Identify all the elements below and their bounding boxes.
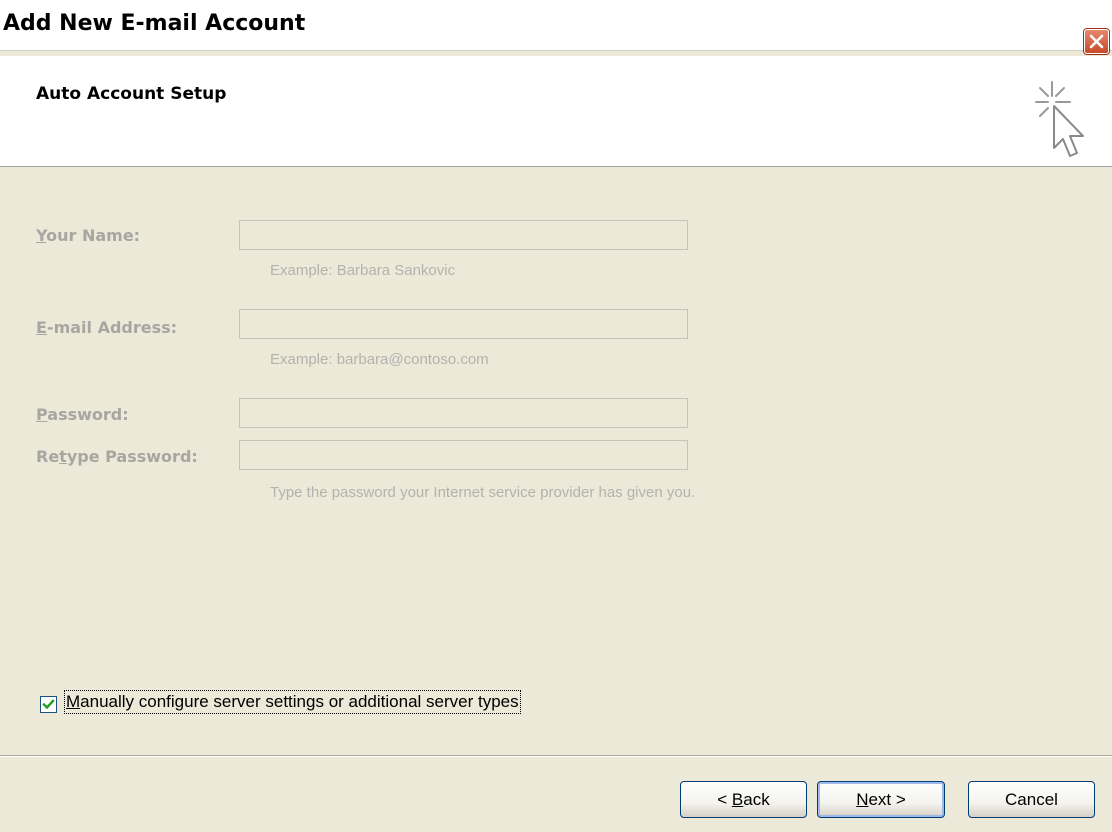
next-button[interactable]: Next >: [817, 781, 945, 818]
close-icon: [1089, 34, 1104, 49]
footer-divider: [0, 755, 1112, 757]
back-button[interactable]: < Back: [680, 781, 807, 818]
manual-config-label[interactable]: Manually configure server settings or ad…: [64, 690, 521, 714]
password-label: Password:: [36, 405, 129, 424]
password-hint: Type the password your Internet service …: [270, 484, 696, 501]
manual-config-checkbox[interactable]: [40, 696, 57, 713]
email-label: E-mail Address:: [36, 318, 178, 337]
cancel-button[interactable]: Cancel: [968, 781, 1095, 818]
email-hint: Example: barbara@contoso.com: [270, 351, 489, 368]
your-name-input[interactable]: [239, 220, 688, 250]
checkmark-icon: [42, 699, 55, 710]
your-name-label: Your Name:: [36, 226, 141, 245]
retype-password-label: Retype Password:: [36, 447, 198, 466]
window-title: Add New E-mail Account: [3, 11, 306, 36]
add-email-account-dialog: Add New E-mail Account Auto Account Setu…: [0, 0, 1112, 832]
retype-password-input[interactable]: [239, 440, 688, 470]
page-title: Auto Account Setup: [36, 84, 227, 104]
wizard-header: Auto Account Setup: [0, 56, 1112, 167]
close-button[interactable]: [1084, 29, 1109, 54]
title-bar: Add New E-mail Account: [0, 0, 1112, 54]
your-name-hint: Example: Barbara Sankovic: [270, 262, 456, 279]
wizard-cursor-icon: [1030, 76, 1094, 170]
password-input[interactable]: [239, 398, 688, 428]
email-input[interactable]: [239, 309, 688, 339]
